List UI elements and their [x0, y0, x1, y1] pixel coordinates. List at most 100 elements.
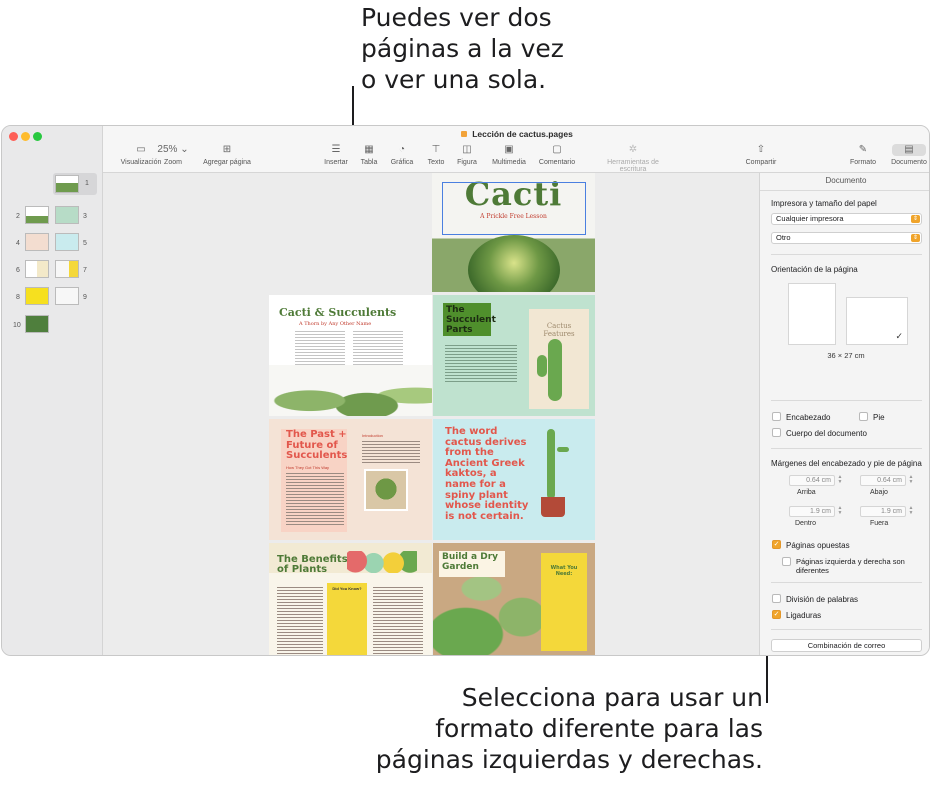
thumbnail-page-7[interactable]: [55, 260, 79, 278]
thumbnail-page-3[interactable]: [55, 206, 79, 224]
page-number: 4: [16, 240, 20, 247]
document-canvas[interactable]: Cacti A Prickle Free Lesson Cacti & Succ…: [103, 173, 759, 655]
page-cover[interactable]: Cacti A Prickle Free Lesson: [432, 173, 595, 292]
portrait-orientation-button[interactable]: [788, 283, 836, 345]
top-label: Arriba: [797, 489, 816, 496]
zoom-window-button[interactable]: [33, 132, 42, 141]
orientation-section-label: Orientación de la página: [771, 265, 858, 274]
page4-body: [286, 471, 344, 526]
toolbar-label: Comentario: [538, 159, 576, 166]
page-2[interactable]: Cacti & Succulents A Thorn by Any Other …: [269, 295, 432, 416]
callout-two-pages: Puedes ver dos páginas a la vez o ver un…: [361, 3, 564, 94]
thumbnail-page-6[interactable]: [25, 260, 49, 278]
divider: [771, 582, 922, 583]
toolbar-label: Zoom: [164, 159, 182, 166]
toolbar: Lección de cactus.pages ▭ Visualización 25…: [103, 126, 929, 173]
page7-panel-title: What You Need:: [550, 565, 578, 577]
body-checkbox[interactable]: [772, 428, 781, 437]
share-icon: ⇧: [756, 144, 766, 155]
outside-margin-field[interactable]: 1.9 cm: [860, 506, 906, 517]
left-right-different-checkbox[interactable]: [782, 557, 791, 566]
landscape-orientation-button[interactable]: ✓: [846, 297, 908, 345]
paper-select[interactable]: Otro ⇕: [771, 232, 922, 244]
chevron-updown-icon: ⇕: [911, 234, 920, 242]
hyphenation-label: División de palabras: [786, 595, 859, 604]
page3-cactus-drawing: [548, 339, 562, 401]
header-checkbox[interactable]: [772, 412, 781, 421]
thumbnail-page-2[interactable]: [25, 206, 49, 224]
page3-title: The Succulent Parts: [446, 305, 496, 335]
facing-pages-checkbox[interactable]: ✓: [772, 540, 781, 549]
toolbar-add-page-button[interactable]: ⊞ Agregar página: [187, 144, 267, 166]
page-number: 3: [83, 213, 87, 220]
thumbnail-page-10[interactable]: [25, 315, 49, 333]
page-7[interactable]: Build a Dry Garden What You Need:: [433, 543, 595, 655]
hyphenation-checkbox[interactable]: [772, 594, 781, 603]
page4-title: The Past + Future of Succulents: [286, 429, 348, 461]
inside-label: Dentro: [795, 520, 817, 527]
page4-cactus-plant: [373, 475, 399, 503]
window-title: Lección de cactus.pages: [103, 129, 929, 139]
mail-merge-button[interactable]: Combinación de correo: [771, 639, 922, 652]
header-label: Encabezado: [786, 413, 831, 422]
page4-subhead: How They Got This Way: [286, 465, 330, 470]
page2-body-text-col2: [353, 329, 403, 367]
page-number: 1: [85, 180, 89, 187]
paper-value: Otro: [776, 233, 791, 242]
selection-handles[interactable]: [442, 182, 586, 235]
left-right-different-label: Páginas izquierda y derecha son diferent…: [796, 557, 905, 575]
add-page-icon: ⊞: [222, 144, 232, 155]
page2-subtitle: A Thorn by Any Other Name: [299, 321, 372, 327]
divider: [771, 400, 922, 401]
document-title: Lección de cactus.pages: [472, 129, 573, 139]
footer-bottom-margin-field[interactable]: 0.64 cm: [860, 475, 906, 486]
toolbar-document-button[interactable]: ▤ Documento: [869, 144, 929, 166]
footer-checkbox[interactable]: [859, 412, 868, 421]
ligatures-checkbox[interactable]: ✓: [772, 610, 781, 619]
page-thumbnails-sidebar[interactable]: 1 2 3 4 5 6 7 8 9 10: [2, 126, 103, 655]
outside-label: Fuera: [870, 520, 889, 527]
page3-cactus-arm: [537, 355, 547, 377]
header-top-margin-field[interactable]: 0.64 cm: [789, 475, 835, 486]
thumbnail-page-8[interactable]: [25, 287, 49, 305]
page6-box: [327, 583, 367, 655]
page-3[interactable]: The Succulent Parts Cactus Features: [433, 295, 595, 416]
thumbnail-page-1[interactable]: 1: [53, 173, 97, 195]
stepper-arrows-icon[interactable]: ▲ ▼: [908, 506, 914, 517]
page2-title: Cacti & Succulents: [279, 306, 397, 319]
page-6[interactable]: The Benefits of Plants Did You Know?: [269, 543, 432, 655]
page-number: 6: [16, 267, 20, 274]
page-5[interactable]: The word cactus derives from the Ancient…: [433, 419, 595, 540]
ligatures-label: Ligaduras: [786, 611, 822, 620]
stepper-arrows-icon[interactable]: ▲ ▼: [837, 506, 843, 517]
printer-value: Cualquier impresora: [776, 214, 844, 223]
document-icon: ▤: [892, 144, 926, 156]
toolbar-comment-button[interactable]: ▢ Comentario: [517, 144, 597, 166]
stepper-arrows-icon[interactable]: ▲ ▼: [908, 475, 914, 486]
page-4[interactable]: The Past + Future of Succulents How They…: [269, 419, 432, 540]
chevron-updown-icon: ⇕: [911, 215, 920, 223]
close-window-button[interactable]: [9, 132, 18, 141]
minimize-window-button[interactable]: [21, 132, 30, 141]
toolbar-share-button[interactable]: ⇧ Compartir: [721, 144, 801, 166]
divider: [760, 190, 929, 191]
comment-icon: ▢: [552, 144, 562, 155]
printer-select[interactable]: Cualquier impresora ⇕: [771, 213, 922, 225]
page4-side-label: Introduction: [362, 433, 383, 438]
margins-section-label: Márgenes del encabezado y pie de página: [771, 459, 922, 468]
callout-left-right-pages: Selecciona para usar un formato diferent…: [375, 683, 763, 774]
page2-plant-image: [269, 365, 432, 416]
inside-margin-field[interactable]: 1.9 cm: [789, 506, 835, 517]
footer-label: Pie: [873, 413, 885, 422]
page2-body-text: [295, 329, 345, 367]
thumbnail-page-4[interactable]: [25, 233, 49, 251]
thumbnail-page-9[interactable]: [55, 287, 79, 305]
divider: [771, 448, 922, 449]
page3-panel-label: Cactus Features: [543, 322, 575, 338]
page-number: 7: [83, 267, 87, 274]
toolbar-label: Herramientas de escritura: [607, 159, 659, 173]
toolbar-label: Compartir: [745, 159, 777, 166]
page5-pot: [541, 497, 565, 517]
stepper-arrows-icon[interactable]: ▲ ▼: [837, 475, 843, 486]
thumbnail-page-5[interactable]: [55, 233, 79, 251]
